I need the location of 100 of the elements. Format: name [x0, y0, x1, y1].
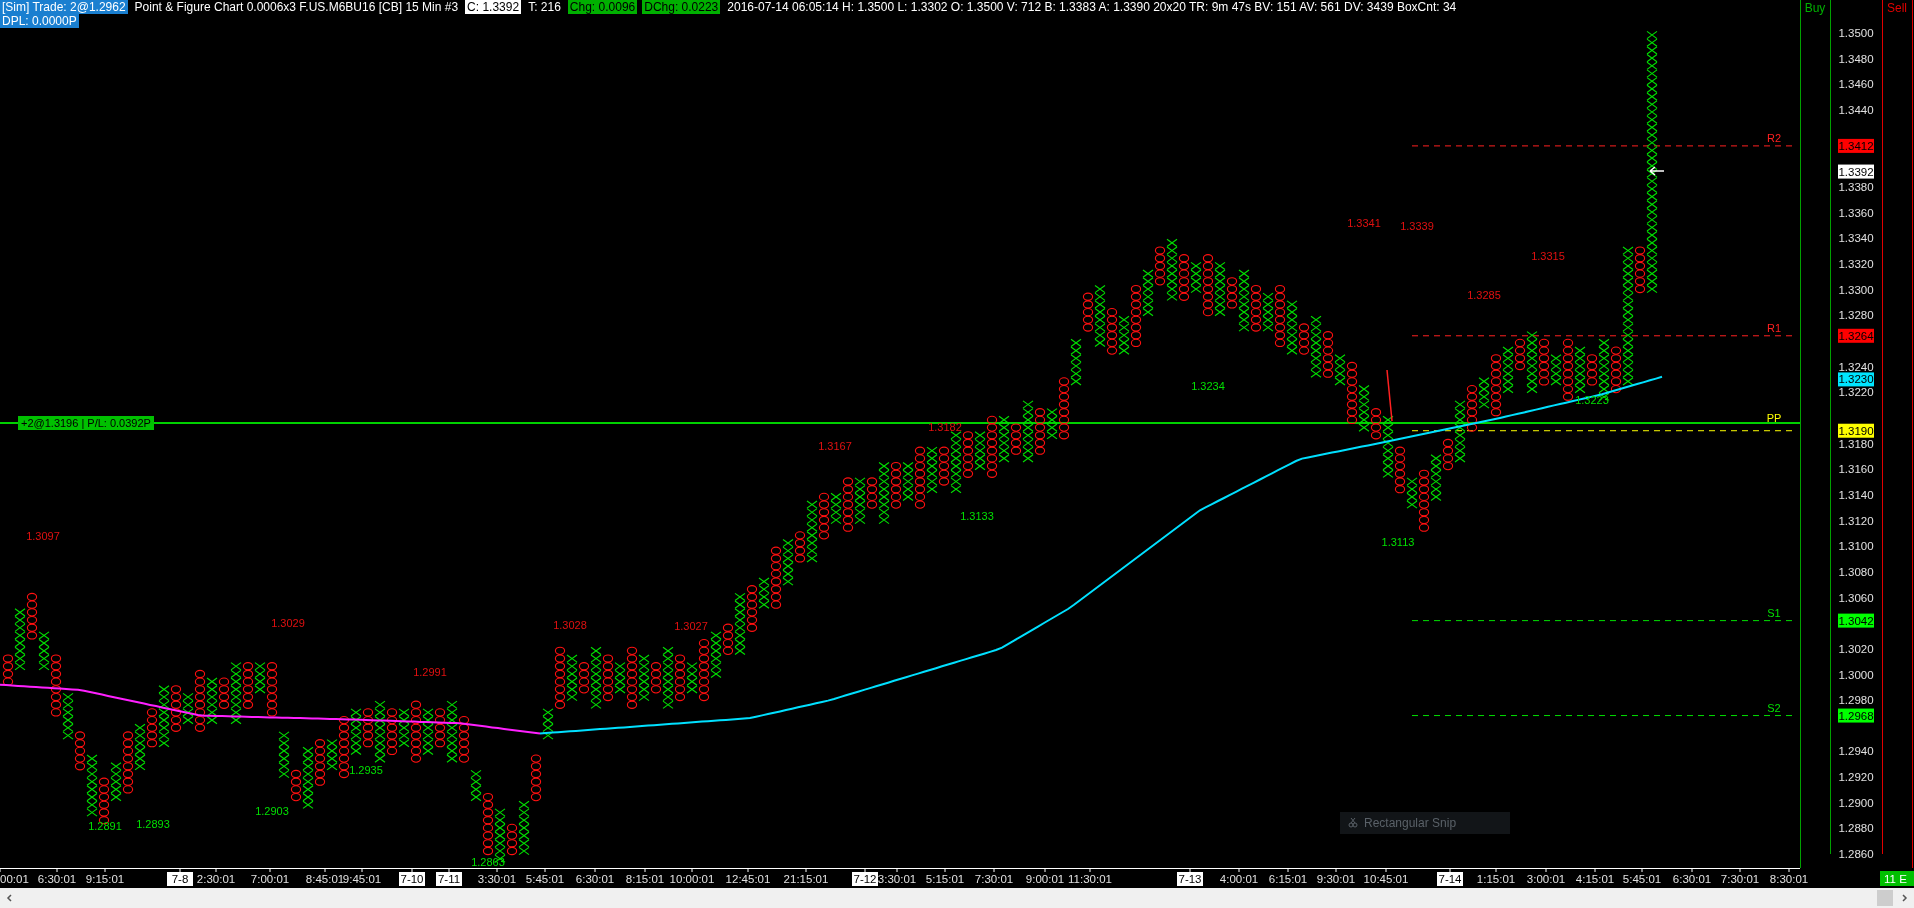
position-label: +2@1.3196 | P/L: 0.0392P [18, 416, 154, 431]
price-tag: 1.3190 [1838, 423, 1874, 438]
header-badge: DPL: 0.0000P [0, 14, 79, 28]
price-label: 1.2891 [88, 820, 122, 833]
date-label: 7-14 [1437, 872, 1463, 886]
time-axis-label: 00:01 [0, 873, 29, 885]
time-axis-label: 21:15:01 [783, 873, 829, 885]
price-axis-label: 1.3320 [1838, 257, 1874, 270]
price-axis-label: 1.2880 [1838, 822, 1874, 835]
price-label: 1.3029 [271, 617, 305, 630]
price-axis-label: 1.3300 [1838, 283, 1874, 296]
time-axis-label: 4:00:01 [1219, 873, 1259, 885]
price-tag: 1.3392 [1838, 164, 1874, 179]
price-label: 1.3097 [26, 530, 60, 543]
price-label: 1.3027 [674, 619, 708, 632]
price-axis-label: 1.3000 [1838, 668, 1874, 681]
price-label: 1.2991 [413, 666, 447, 679]
header-badge: DChg: 0.0223 [642, 0, 721, 14]
date-label: 7-12 [852, 872, 878, 886]
pivot-label: S1 [1767, 606, 1781, 619]
time-axis-label: 8:30:01 [1769, 873, 1809, 885]
price-axis-label: 1.3120 [1838, 514, 1874, 527]
pivot-label: R1 [1766, 321, 1782, 334]
time-axis-label: 10:00:01 [669, 873, 715, 885]
time-axis-label: 6:15:01 [1268, 873, 1308, 885]
price-label: 1.3182 [928, 421, 962, 433]
scroll-left-icon[interactable] [5, 893, 15, 903]
price-axis-label: 1.2940 [1838, 745, 1874, 758]
price-label: 1.3341 [1347, 217, 1381, 229]
time-axis-label: 5:15:01 [925, 873, 965, 885]
header-text: T: 216 [527, 0, 562, 14]
time-axis-label: 3:00:01 [1526, 873, 1566, 885]
time-axis-label: 11:30:01 [1068, 873, 1112, 885]
price-axis-label: 1.3500 [1838, 27, 1874, 39]
price-label: 1.2903 [255, 804, 289, 817]
price-label: 1.3133 [960, 509, 994, 522]
header-badge: [Sim] Trade: 2@1.2962 [0, 0, 128, 14]
price-axis-label: 1.3020 [1838, 642, 1874, 655]
time-axis-label: 8:45:01 [305, 873, 345, 885]
price-axis-label: 1.3480 [1838, 52, 1874, 65]
date-label: 7-11 [436, 872, 462, 886]
status-badge: 11 E [1880, 871, 1914, 886]
header-text: 2016-07-14 06:05:14 H: 1.3500 L: 1.3302 O: 1.3500 V: 712 B: 1.3383 A: 1.3390 20x20 TR: 9m 47s BV: 151 AV: 561 DV: 3439 BoxCnt: 34 [726, 0, 1458, 14]
price-axis-label: 1.3100 [1838, 540, 1874, 553]
time-axis-label: 8:15:01 [625, 873, 665, 885]
pivot-label: PP [1766, 411, 1782, 424]
date-label: 7-13 [1177, 872, 1203, 886]
price-axis-label: 1.3140 [1838, 488, 1874, 501]
price-axis-label: 1.3340 [1838, 232, 1874, 245]
horizontal-scrollbar[interactable] [0, 888, 1914, 908]
header-badge: Chg: 0.0096 [567, 0, 638, 14]
time-axis-label: 9:45:01 [342, 873, 382, 885]
price-axis-label: 1.3220 [1838, 386, 1874, 399]
time-axis-label: 2:30:01 [196, 873, 236, 885]
price-label: 1.3339 [1400, 219, 1434, 232]
date-label: 7-10 [399, 872, 425, 886]
price-label: 1.3285 [1467, 288, 1501, 301]
price-axis-label: 1.3460 [1838, 78, 1874, 91]
time-axis-label: 6:30:01 [37, 873, 77, 885]
time-axis-label: 9:15:01 [85, 873, 125, 885]
time-axis-label: 6:30:01 [1672, 873, 1712, 885]
price-tag: 1.3230 [1838, 372, 1874, 387]
sell-column-header: Sell [1887, 1, 1907, 15]
price-label: 1.3223 [1575, 394, 1609, 407]
time-axis-label: 1:15:01 [1476, 873, 1516, 885]
price-tag: 1.3042 [1838, 613, 1874, 628]
time-axis-label: 4:15:01 [1575, 873, 1615, 885]
price-label: 1.3315 [1531, 250, 1565, 263]
price-axis-label: 1.3380 [1838, 180, 1874, 193]
time-axis-label: 12:45:01 [725, 873, 771, 885]
price-label: 1.2893 [136, 817, 170, 830]
price-axis-label: 1.3440 [1838, 104, 1874, 116]
time-axis-label: 9:30:01 [1316, 873, 1356, 885]
time-axis-label: 7:00:01 [250, 873, 290, 885]
time-axis-label: 10:45:01 [1363, 873, 1409, 885]
buy-column-header: Buy [1804, 1, 1826, 15]
trend-line [1386, 369, 1393, 422]
time-axis-label: 7:30:01 [1720, 873, 1760, 885]
tooltip-text: Rectangular Snip [1364, 816, 1457, 830]
price-axis-label: 1.2860 [1838, 848, 1874, 861]
scrollbar-thumb[interactable] [1877, 890, 1893, 906]
pivot-label: S2 [1767, 701, 1781, 714]
price-label: 1.3234 [1191, 380, 1225, 393]
time-axis-label: 6:30:01 [575, 873, 615, 885]
arrow-icon [1649, 166, 1665, 176]
price-axis-label: 1.3160 [1838, 463, 1874, 476]
price-axis-label: 1.2980 [1838, 694, 1874, 707]
price-axis-label: 1.3080 [1838, 565, 1874, 578]
scroll-right-icon[interactable] [1899, 893, 1909, 903]
price-axis-label: 1.3360 [1838, 206, 1874, 219]
price-axis-label: 1.2900 [1838, 796, 1874, 809]
time-axis-label: 7:30:01 [974, 873, 1014, 885]
price-axis-label: 1.3240 [1838, 360, 1874, 373]
pivot-label: R2 [1766, 131, 1782, 144]
price-axis-label: 1.3180 [1838, 437, 1874, 450]
time-axis-label: 9:00:01 [1025, 873, 1065, 885]
time-axis-label: 3:30:01 [877, 873, 917, 885]
price-axis-label: 1.3060 [1838, 591, 1874, 604]
price-axis-label: 1.2920 [1838, 771, 1874, 784]
date-label: 7-8 [167, 872, 193, 886]
